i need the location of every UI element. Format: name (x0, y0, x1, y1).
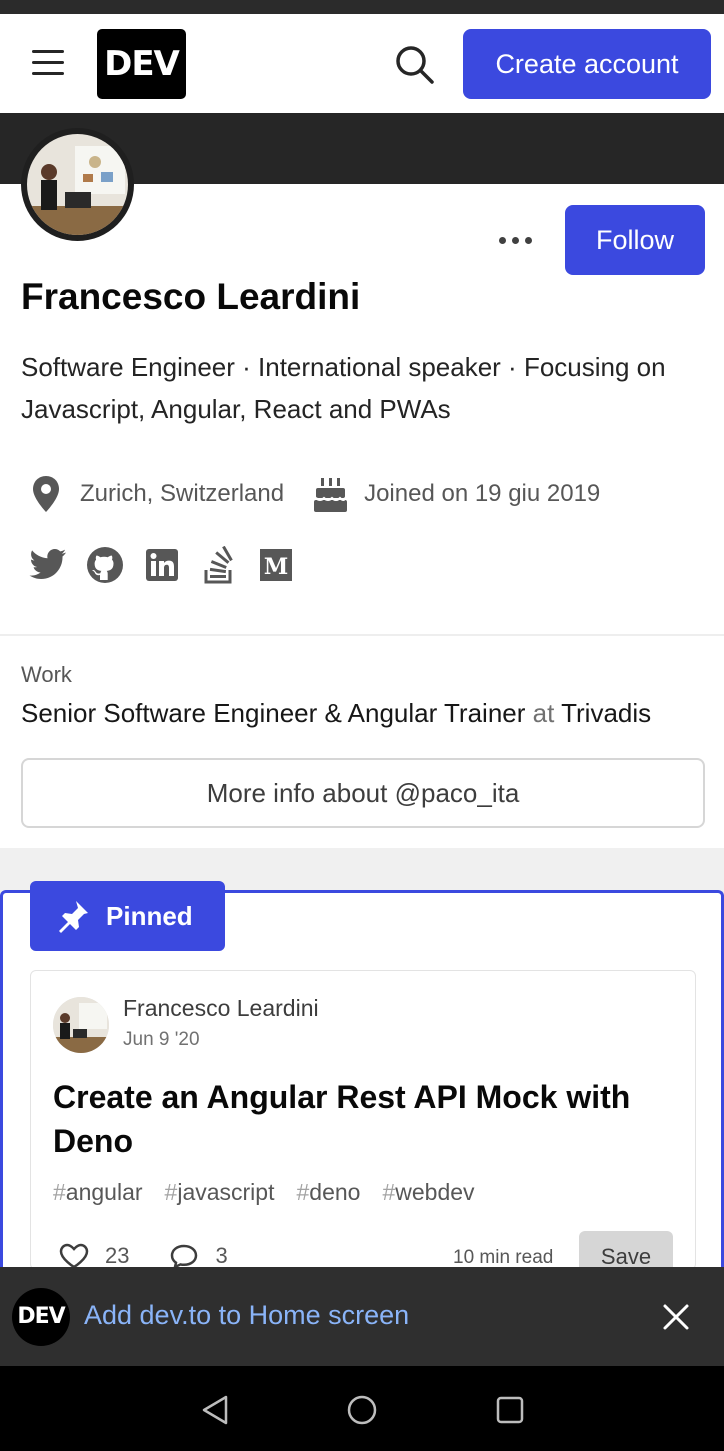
pinned-badge: Pinned (30, 881, 225, 951)
post-author-name[interactable]: Francesco Leardini (123, 995, 319, 1022)
work-at: at (532, 698, 555, 728)
section-divider (0, 634, 724, 636)
work-company: Trivadis (561, 698, 652, 728)
work-label: Work (21, 662, 72, 687)
dev-logo[interactable]: DEV (97, 29, 186, 99)
joined-text: Joined on 19 giu 2019 (364, 480, 601, 507)
pinned-label: Pinned (106, 900, 193, 931)
social-links: M (28, 545, 313, 585)
cake-icon (314, 478, 348, 512)
medium-icon[interactable]: M (256, 545, 296, 585)
dev-app-icon: DEV (12, 1288, 70, 1346)
comments-count: 3 (215, 1243, 228, 1268)
location: Zurich, Switzerland (28, 474, 284, 514)
twitter-icon[interactable] (28, 545, 68, 585)
comment-icon (171, 1244, 198, 1269)
reactions[interactable]: 23 (59, 1243, 129, 1269)
back-icon[interactable] (196, 1390, 236, 1430)
system-nav-bar (0, 1366, 724, 1451)
reactions-count: 23 (105, 1243, 130, 1268)
tag-link[interactable]: deno (309, 1179, 360, 1206)
home-icon[interactable] (342, 1390, 382, 1430)
post-stats: 23 3 (59, 1243, 268, 1269)
recent-apps-icon[interactable] (490, 1390, 530, 1430)
add-to-home-bar: DEV Add dev.to to Home screen (0, 1267, 724, 1366)
post-author-avatar[interactable] (53, 997, 109, 1053)
post-date: Jun 9 '20 (123, 1029, 200, 1050)
hamburger-icon[interactable] (28, 44, 68, 80)
tag-link[interactable]: angular (66, 1179, 143, 1206)
profile-bio: Software Engineer · International speake… (21, 352, 666, 424)
more-options-icon[interactable] (490, 220, 542, 260)
work-value: Senior Software Engineer & Angular Train… (21, 698, 651, 729)
svg-text:M: M (264, 554, 288, 580)
profile-name: Francesco Leardini (21, 276, 361, 317)
work-title: Senior Software Engineer & Angular Train… (21, 698, 526, 728)
linkedin-icon[interactable] (142, 545, 182, 585)
heart-icon (59, 1243, 89, 1269)
status-bar (0, 0, 724, 14)
read-time: 10 min read (453, 1247, 554, 1268)
close-icon[interactable] (656, 1297, 696, 1337)
add-to-home-link[interactable]: Add dev.to to Home screen (84, 1300, 409, 1331)
post-tags: # angular # javascript # deno # webdev (53, 1179, 475, 1206)
search-icon[interactable] (392, 42, 438, 88)
tag-link[interactable]: webdev (395, 1179, 474, 1206)
pin-icon (59, 901, 88, 933)
profile-meta: Zurich, Switzerland Joined on 19 giu 201… (28, 472, 628, 516)
tag-link[interactable]: javascript (177, 1179, 274, 1206)
comments[interactable]: 3 (169, 1243, 228, 1269)
post-title[interactable]: Create an Angular Rest API Mock with Den… (53, 1075, 683, 1163)
joined-date: Joined on 19 giu 2019 (312, 474, 600, 514)
create-account-button[interactable]: Create account (463, 29, 711, 99)
location-text: Zurich, Switzerland (80, 480, 285, 507)
site-header: DEV Create account (0, 14, 724, 113)
github-icon[interactable] (85, 545, 125, 585)
pinned-post-card[interactable]: Francesco Leardini Jun 9 '20 Create an A… (30, 970, 696, 1281)
stackoverflow-icon[interactable] (199, 545, 239, 585)
location-pin-icon (33, 476, 59, 512)
profile-avatar (21, 128, 134, 241)
follow-button[interactable]: Follow (565, 205, 705, 275)
more-info-button[interactable]: More info about @paco_ita (21, 758, 705, 828)
